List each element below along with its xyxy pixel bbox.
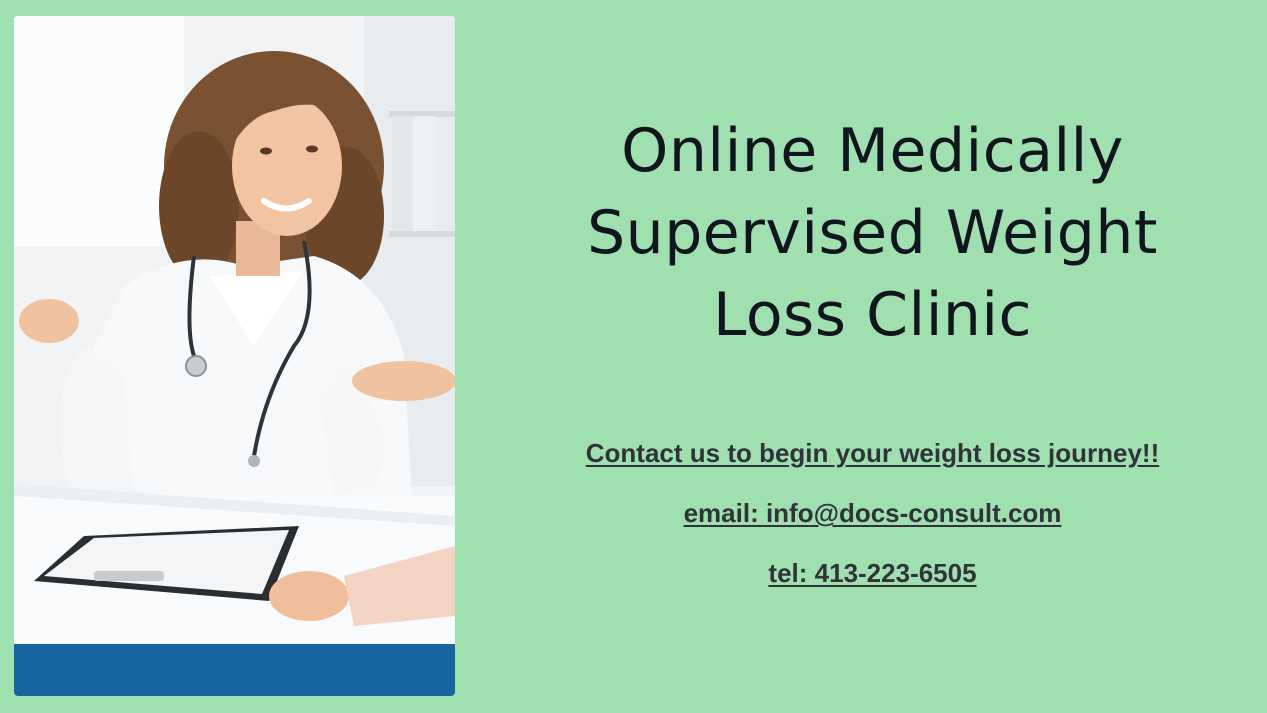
slide-content: Online Medically Supervised Weight Loss … <box>480 110 1265 618</box>
phone-link[interactable]: tel: 413-223-6505 <box>480 558 1265 588</box>
doctor-illustration <box>14 16 455 696</box>
headline-line-2: Supervised Weight <box>587 198 1158 268</box>
headline: Online Medically Supervised Weight Loss … <box>480 110 1265 356</box>
email-link[interactable]: email: info@docs-consult.com <box>480 498 1265 528</box>
headline-line-3: Loss Clinic <box>712 280 1033 350</box>
contact-cta-link[interactable]: Contact us to begin your weight loss jou… <box>480 438 1265 468</box>
slide: Online Medically Supervised Weight Loss … <box>0 0 1267 713</box>
headline-line-1: Online Medically <box>621 116 1124 186</box>
contact-block: Contact us to begin your weight loss jou… <box>480 438 1265 588</box>
doctor-photo <box>14 16 455 696</box>
footer-band <box>14 644 455 696</box>
